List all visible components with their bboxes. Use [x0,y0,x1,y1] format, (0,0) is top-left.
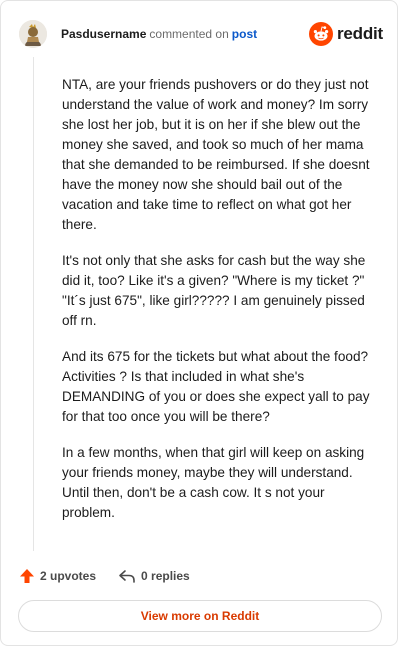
avatar-image [19,20,47,48]
thread-line [33,57,34,551]
upvote-arrow-icon [20,569,34,583]
upvote-button[interactable]: 2 upvotes [19,568,96,584]
reply-count: 0 replies [141,569,190,583]
username-link[interactable]: Pasdusername [61,27,146,41]
comment-paragraph: In a few months, when that girl will kee… [62,445,365,520]
comment-body: NTA, are your friends pushovers or do th… [62,75,374,539]
reddit-snoo-icon [308,22,333,46]
comment-embed-card: Pasdusername commented on post reddit NTA,… [0,0,398,646]
comment-header: Pasdusername commented on post reddit [19,17,383,51]
comment-meta: Pasdusername commented on post [61,26,309,42]
post-link[interactable]: post [232,27,257,41]
reply-button[interactable]: 0 replies [118,568,190,584]
reddit-logo[interactable]: reddit [308,22,383,46]
comment-paragraph: And its 675 for the tickets but what abo… [62,349,370,424]
action-text: commented on [149,27,229,41]
comment-actions: 2 upvotes 0 replies [19,566,190,586]
upvote-count: 2 upvotes [40,569,97,583]
reply-arrow-icon [119,570,135,583]
comment-paragraph: NTA, are your friends pushovers or do th… [62,77,370,232]
user-avatar[interactable] [19,20,47,48]
view-more-button[interactable]: View more on Reddit [18,600,382,632]
reddit-wordmark: reddit [336,24,383,43]
comment-paragraph: It's not only that she asks for cash but… [62,253,366,328]
